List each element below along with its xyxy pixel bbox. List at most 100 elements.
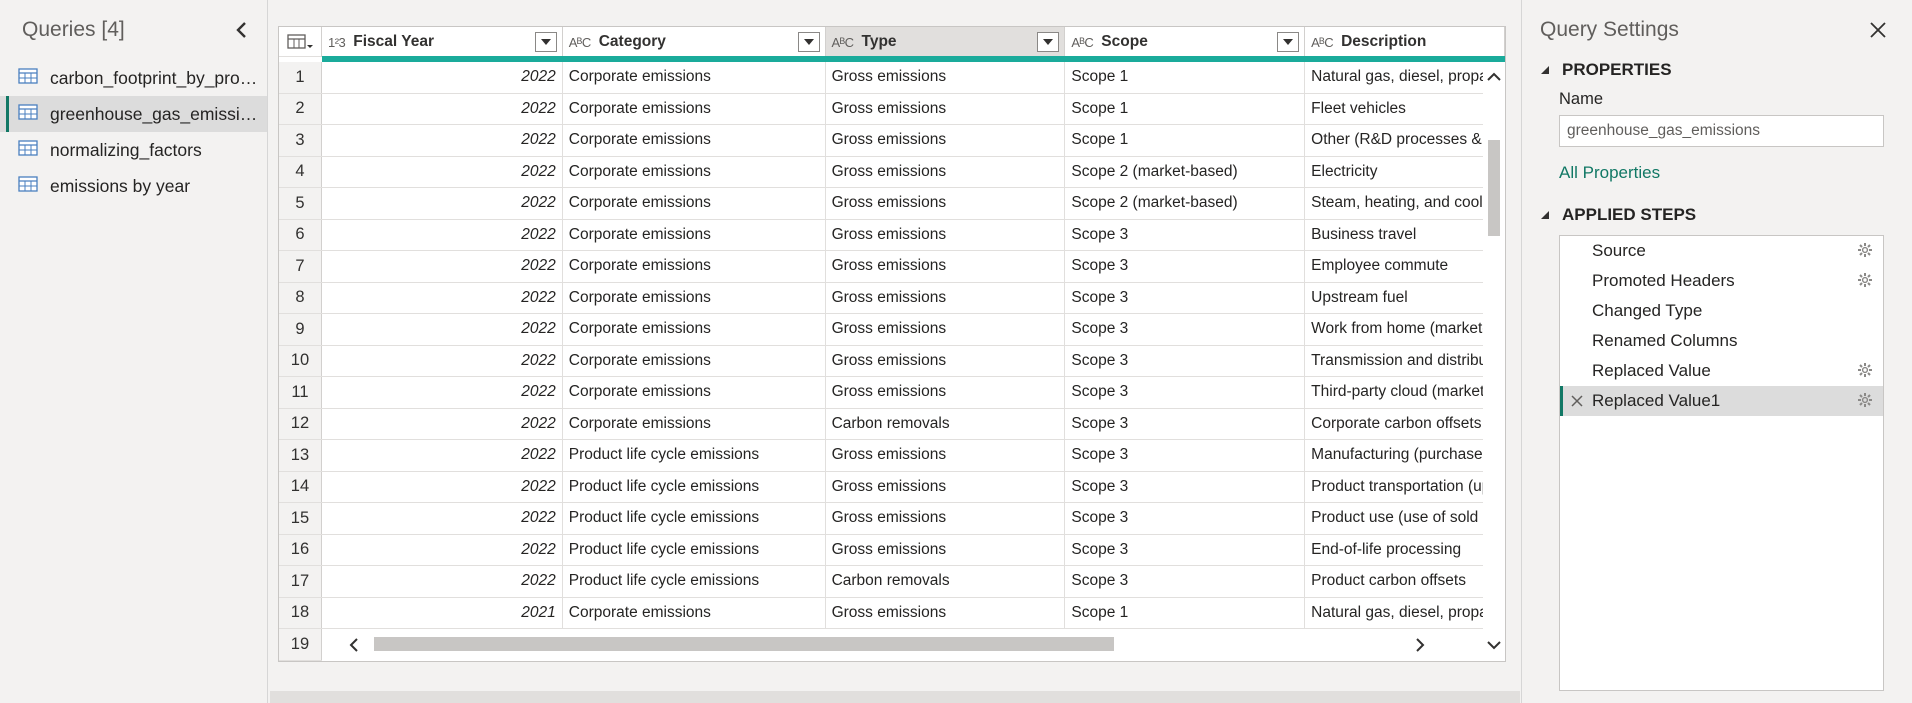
- collapse-queries-button[interactable]: [229, 18, 253, 42]
- cell-category[interactable]: Corporate emissions: [563, 282, 826, 313]
- cell-description[interactable]: Upstream fuel: [1305, 282, 1505, 313]
- cell-category[interactable]: Corporate emissions: [563, 219, 826, 250]
- cell-type[interactable]: Gross emissions: [826, 188, 1066, 219]
- column-header[interactable]: AᴮC Type: [825, 27, 1066, 57]
- cell-fiscal-year[interactable]: 2022: [322, 377, 563, 408]
- cell-scope[interactable]: Scope 1: [1065, 125, 1306, 156]
- row-number[interactable]: 18: [279, 597, 322, 628]
- cell-type[interactable]: Gross emissions: [826, 125, 1066, 156]
- row-number[interactable]: 4: [279, 156, 322, 187]
- cell-scope[interactable]: Scope 1: [1065, 62, 1306, 93]
- cell-type[interactable]: Gross emissions: [826, 282, 1066, 313]
- cell-description[interactable]: Employee commute: [1305, 251, 1505, 282]
- applied-step[interactable]: Changed Type: [1560, 296, 1883, 326]
- row-number[interactable]: 10: [279, 345, 322, 376]
- cell-category[interactable]: Corporate emissions: [563, 188, 826, 219]
- column-header[interactable]: AᴮC Description: [1305, 27, 1505, 57]
- cell-scope[interactable]: Scope 3: [1065, 282, 1306, 313]
- cell-category[interactable]: Corporate emissions: [563, 314, 826, 345]
- column-type-icon[interactable]: 1²3: [328, 35, 346, 50]
- row-number[interactable]: 13: [279, 440, 322, 471]
- cell-description[interactable]: Other (R&D processes & refrigerants): [1305, 125, 1505, 156]
- cell-type[interactable]: Gross emissions: [826, 219, 1066, 250]
- cell-description[interactable]: Product use (use of sold products): [1305, 503, 1505, 534]
- cell-category[interactable]: Product life cycle emissions: [563, 503, 826, 534]
- cell-description[interactable]: Product transportation (upstream): [1305, 471, 1505, 502]
- cell-description[interactable]: Transmission and distribution losses: [1305, 345, 1505, 376]
- cell-fiscal-year[interactable]: 2022: [322, 125, 563, 156]
- cell-description[interactable]: Business travel: [1305, 219, 1505, 250]
- cell-type[interactable]: Gross emissions: [826, 62, 1066, 93]
- row-number[interactable]: 17: [279, 566, 322, 597]
- cell-description[interactable]: Third-party cloud (market-based): [1305, 377, 1505, 408]
- cell-scope[interactable]: Scope 3: [1065, 566, 1306, 597]
- applied-step[interactable]: Source: [1560, 236, 1883, 266]
- row-number[interactable]: 12: [279, 408, 322, 439]
- row-number[interactable]: 20: [279, 660, 322, 661]
- column-header[interactable]: AᴮC Scope: [1065, 27, 1306, 57]
- cell-scope[interactable]: Scope 3: [1065, 503, 1306, 534]
- query-item[interactable]: carbon_footprint_by_product: [0, 60, 267, 96]
- row-number[interactable]: 5: [279, 188, 322, 219]
- cell-description[interactable]: Product carbon offsets: [1305, 566, 1505, 597]
- cell-scope[interactable]: Scope 3: [1065, 534, 1306, 565]
- cell-fiscal-year[interactable]: 2022: [322, 503, 563, 534]
- row-number[interactable]: 9: [279, 314, 322, 345]
- column-header[interactable]: 1²3 Fiscal Year: [322, 27, 563, 57]
- cell-fiscal-year[interactable]: 2022: [322, 282, 563, 313]
- query-name-input[interactable]: [1559, 115, 1884, 147]
- query-item[interactable]: normalizing_factors: [0, 132, 267, 168]
- cell-scope[interactable]: Scope 3: [1065, 377, 1306, 408]
- cell-scope[interactable]: Scope 3: [1065, 471, 1306, 502]
- cell-description[interactable]: Steam, heating, and cooling: [1305, 188, 1505, 219]
- cell-fiscal-year[interactable]: 2022: [322, 314, 563, 345]
- cell-category[interactable]: Product life cycle emissions: [563, 566, 826, 597]
- cell-category[interactable]: Product life cycle emissions: [563, 534, 826, 565]
- column-type-icon[interactable]: AᴮC: [832, 35, 854, 50]
- scroll-right-button[interactable]: [1412, 636, 1428, 654]
- close-settings-button[interactable]: [1866, 18, 1890, 42]
- query-item[interactable]: greenhouse_gas_emissions: [0, 96, 267, 132]
- cell-fiscal-year[interactable]: 2021: [322, 597, 563, 628]
- applied-step[interactable]: Promoted Headers: [1560, 266, 1883, 296]
- cell-description[interactable]: Corporate carbon offsets: [1305, 408, 1505, 439]
- row-number[interactable]: 7: [279, 251, 322, 282]
- applied-step[interactable]: Replaced Value1: [1560, 386, 1883, 416]
- column-filter-button[interactable]: [534, 32, 557, 52]
- column-type-icon[interactable]: AᴮC: [1071, 35, 1093, 50]
- gear-icon[interactable]: [1857, 362, 1873, 383]
- vertical-scrollbar[interactable]: [1483, 62, 1505, 661]
- cell-scope[interactable]: Scope 3: [1065, 251, 1306, 282]
- cell-description[interactable]: Fleet vehicles: [1305, 93, 1505, 124]
- cell-description[interactable]: Natural gas, diesel, propane: [1305, 62, 1505, 93]
- cell-category[interactable]: Product life cycle emissions: [563, 471, 826, 502]
- cell-fiscal-year[interactable]: 2022: [322, 93, 563, 124]
- properties-section-title[interactable]: PROPERTIES: [1540, 60, 1912, 80]
- cell-fiscal-year[interactable]: 2022: [322, 251, 563, 282]
- cell-type[interactable]: Gross emissions: [826, 471, 1066, 502]
- row-number[interactable]: 8: [279, 282, 322, 313]
- cell-type[interactable]: Gross emissions: [826, 597, 1066, 628]
- cell-type[interactable]: Gross emissions: [826, 156, 1066, 187]
- cell-category[interactable]: Corporate emissions: [563, 93, 826, 124]
- cell-description[interactable]: Work from home (market-based): [1305, 314, 1505, 345]
- gear-icon[interactable]: [1857, 242, 1873, 263]
- scroll-left-button[interactable]: [346, 636, 362, 654]
- cell-type[interactable]: Gross emissions: [826, 534, 1066, 565]
- table-menu-button[interactable]: [279, 27, 322, 57]
- cell-category[interactable]: Product life cycle emissions: [563, 440, 826, 471]
- cell-category[interactable]: Corporate emissions: [563, 408, 826, 439]
- cell-scope[interactable]: Scope 3: [1065, 408, 1306, 439]
- cell-fiscal-year[interactable]: 2022: [322, 408, 563, 439]
- cell-type[interactable]: Gross emissions: [826, 251, 1066, 282]
- cell-description[interactable]: Electricity: [1305, 156, 1505, 187]
- cell-scope[interactable]: Scope 1: [1065, 93, 1306, 124]
- cell-fiscal-year[interactable]: 2022: [322, 471, 563, 502]
- applied-step[interactable]: Renamed Columns: [1560, 326, 1883, 356]
- row-number[interactable]: 15: [279, 503, 322, 534]
- column-header[interactable]: AᴮC Category: [563, 27, 826, 57]
- cell-description[interactable]: Natural gas, diesel, propane: [1305, 597, 1505, 628]
- column-filter-button[interactable]: [1277, 32, 1300, 52]
- cell-type[interactable]: Gross emissions: [826, 345, 1066, 376]
- scroll-down-button[interactable]: [1485, 636, 1503, 654]
